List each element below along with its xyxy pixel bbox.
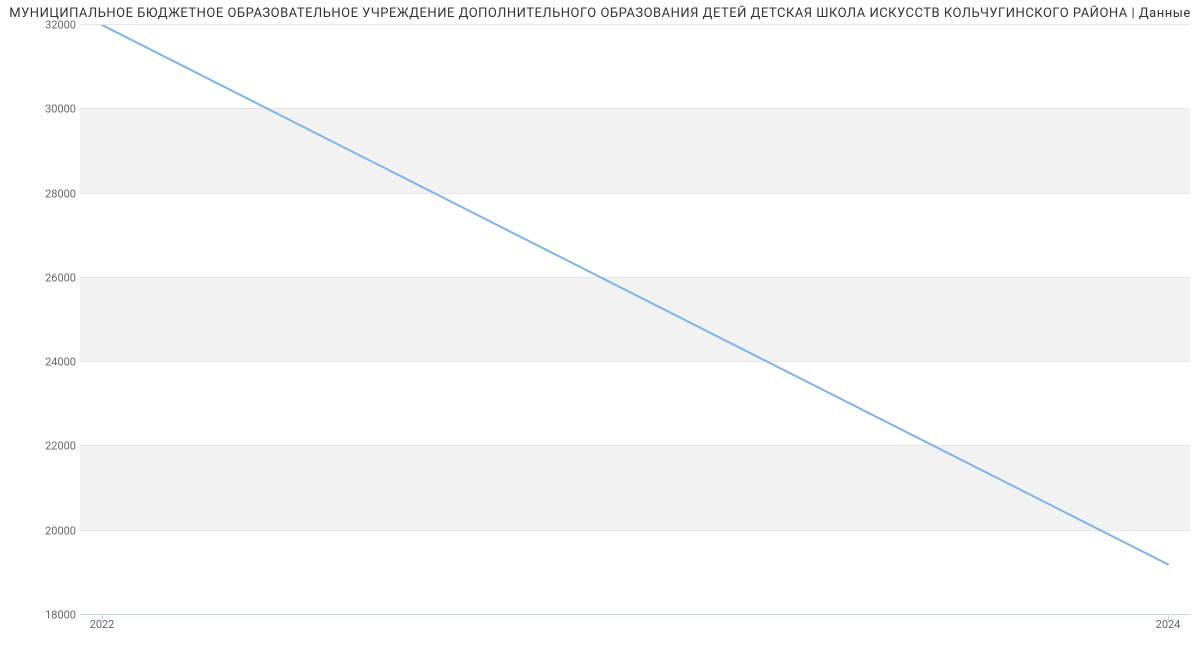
x-tick-label: 2022 [90, 618, 115, 631]
grid-line [80, 445, 1190, 446]
grid-line [80, 108, 1190, 109]
y-tick-label: 28000 [45, 187, 76, 200]
chart-title: МУНИЦИПАЛЬНОЕ БЮДЖЕТНОЕ ОБРАЗОВАТЕЛЬНОЕ … [0, 0, 1200, 25]
y-tick-label: 18000 [45, 609, 76, 622]
y-tick-label: 20000 [45, 524, 76, 537]
y-tick-label: 26000 [45, 271, 76, 284]
grid-line [80, 361, 1190, 362]
grid-line [80, 193, 1190, 194]
x-axis-line [80, 614, 1190, 615]
grid-band [80, 446, 1190, 530]
grid-line [80, 277, 1190, 278]
y-tick-label: 24000 [45, 356, 76, 369]
grid-band [80, 109, 1190, 193]
grid-line [80, 24, 1190, 25]
y-tick-label: 32000 [45, 19, 76, 32]
grid-line [80, 530, 1190, 531]
grid-band [80, 278, 1190, 362]
y-tick-label: 30000 [45, 103, 76, 116]
y-tick-label: 22000 [45, 440, 76, 453]
chart-container: МУНИЦИПАЛЬНОЕ БЮДЖЕТНОЕ ОБРАЗОВАТЕЛЬНОЕ … [0, 0, 1200, 650]
plot-area [80, 25, 1190, 615]
x-tick-label: 2024 [1156, 618, 1181, 631]
